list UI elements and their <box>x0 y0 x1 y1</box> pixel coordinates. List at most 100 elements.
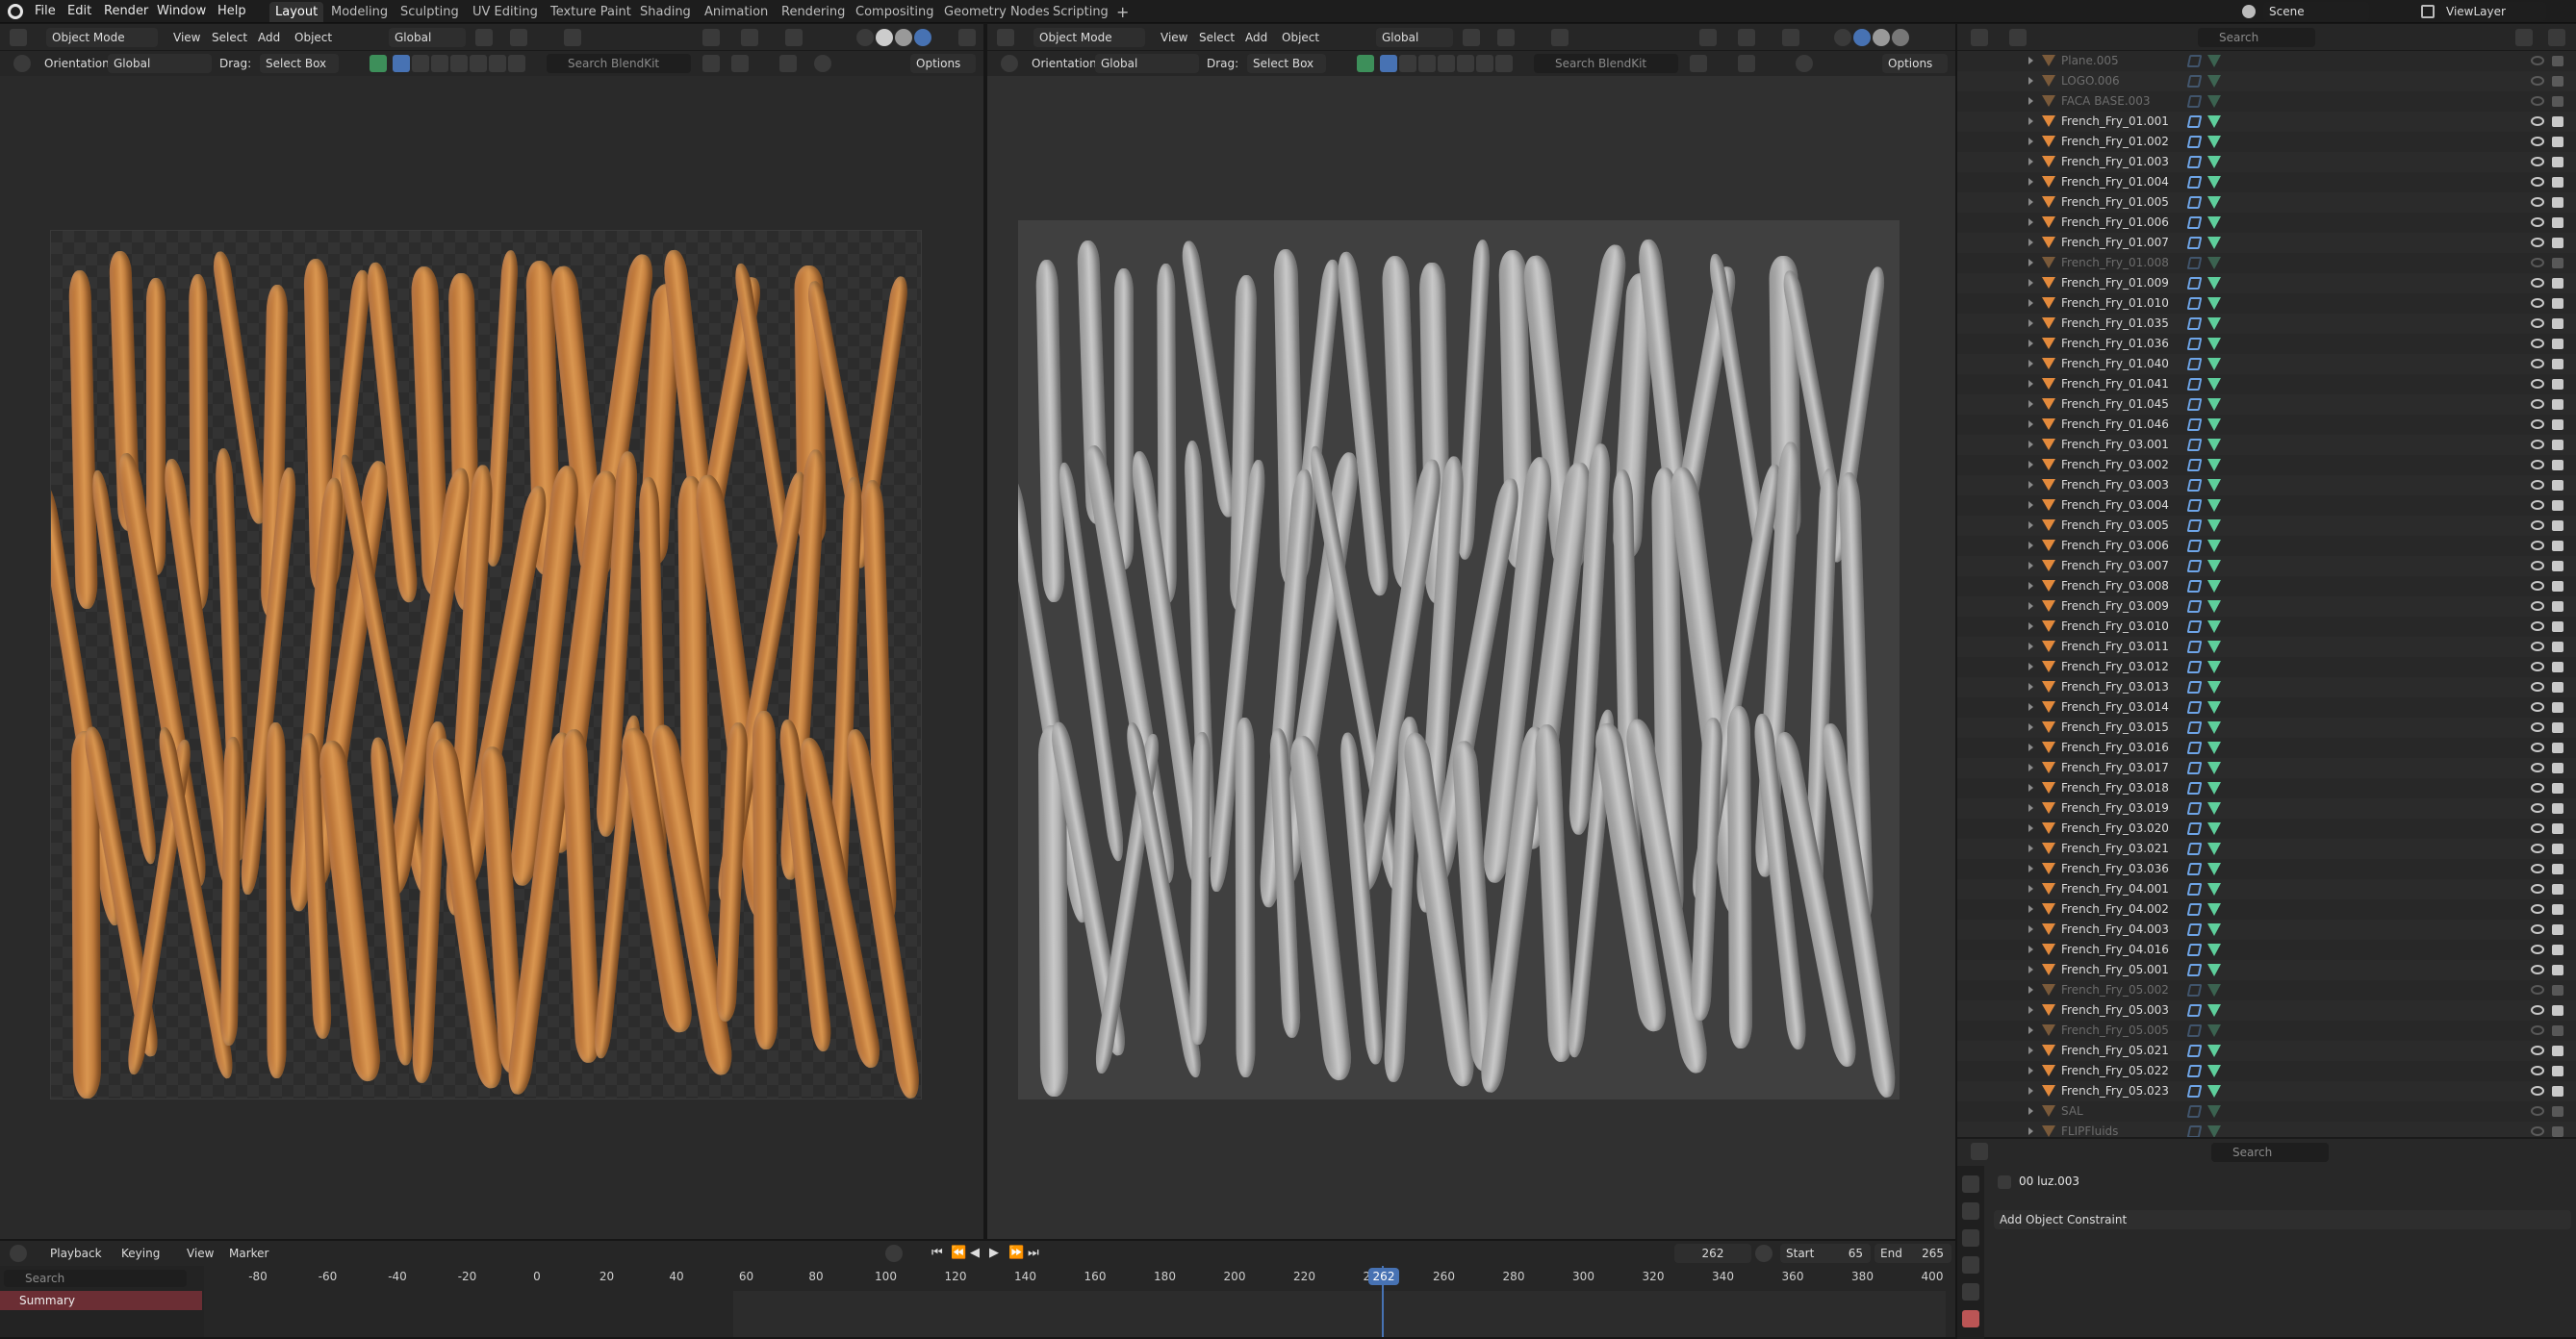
mesh-data-icon[interactable] <box>2207 418 2221 431</box>
modifier-icon[interactable] <box>2186 479 2203 492</box>
editor-type-icon[interactable] <box>10 29 27 46</box>
outliner-item[interactable]: French_Fry_05.022 <box>1957 1061 2576 1081</box>
menu-keying[interactable]: Keying <box>115 1244 166 1263</box>
render-camera-icon[interactable] <box>2552 682 2563 693</box>
right-viewport[interactable] <box>987 76 1955 1239</box>
pause-render-icon[interactable] <box>958 29 976 46</box>
modifier-icon[interactable] <box>2186 398 2203 411</box>
expand-arrow-icon[interactable] <box>2028 299 2033 307</box>
right-menu-view[interactable]: View <box>1155 28 1193 47</box>
modifier-icon[interactable] <box>2186 883 2203 896</box>
asset-type-2-icon[interactable] <box>508 55 525 72</box>
world-tab-icon[interactable] <box>1962 1310 1979 1327</box>
mesh-data-icon[interactable] <box>2207 1105 2221 1118</box>
expand-arrow-icon[interactable] <box>2028 1006 2033 1014</box>
shading-solid-icon[interactable] <box>876 29 893 46</box>
left-shield-icon[interactable] <box>814 55 831 72</box>
outliner-item[interactable]: French_Fry_03.016 <box>1957 738 2576 758</box>
outliner-item[interactable]: French_Fry_05.003 <box>1957 1000 2576 1021</box>
right-funnel-icon[interactable] <box>1738 55 1755 72</box>
render-camera-icon[interactable] <box>2552 924 2563 935</box>
view-layer-selector[interactable]: ViewLayer <box>2440 2 2546 21</box>
render-camera-icon[interactable] <box>2552 177 2563 188</box>
mesh-data-icon[interactable] <box>2207 1065 2221 1077</box>
outliner-item[interactable]: French_Fry_03.007 <box>1957 556 2576 576</box>
output-tab-icon[interactable] <box>1962 1229 1979 1247</box>
mesh-data-icon[interactable] <box>2207 681 2221 694</box>
mesh-data-icon[interactable] <box>2207 883 2221 896</box>
visibility-eye-icon[interactable] <box>2531 339 2544 348</box>
overlay-icon[interactable] <box>1782 29 1799 46</box>
expand-arrow-icon[interactable] <box>2028 804 2033 812</box>
visibility-eye-icon[interactable] <box>2531 298 2544 308</box>
shading-rendered-icon[interactable] <box>914 29 931 46</box>
left-drag-dropdown[interactable]: Select Box <box>260 54 339 73</box>
visibility-eye-icon[interactable] <box>2531 1046 2544 1055</box>
render-camera-icon[interactable] <box>2552 419 2563 430</box>
expand-arrow-icon[interactable] <box>2028 663 2033 670</box>
modifier-icon[interactable] <box>2186 984 2203 997</box>
select-mode-extend-icon[interactable] <box>412 55 429 72</box>
modifier-icon[interactable] <box>2186 903 2203 916</box>
workspace-tab-uv-editing[interactable]: UV Editing <box>467 2 544 22</box>
visibility-eye-icon[interactable] <box>2531 783 2544 793</box>
expand-arrow-icon[interactable] <box>2028 117 2033 125</box>
mesh-data-icon[interactable] <box>2207 721 2221 734</box>
modifier-icon[interactable] <box>2186 641 2203 653</box>
expand-arrow-icon[interactable] <box>2028 1087 2033 1095</box>
modifier-icon[interactable] <box>2186 358 2203 370</box>
modifier-icon[interactable] <box>2186 1004 2203 1017</box>
mesh-data-icon[interactable] <box>2207 156 2221 168</box>
outliner-item[interactable]: French_Fry_04.016 <box>1957 940 2576 960</box>
mesh-data-icon[interactable] <box>2207 923 2221 936</box>
render-camera-icon[interactable] <box>2552 722 2563 733</box>
pivot-icon[interactable] <box>475 29 493 46</box>
outliner-item[interactable]: French_Fry_03.005 <box>1957 516 2576 536</box>
expand-arrow-icon[interactable] <box>2028 501 2033 509</box>
outliner-item[interactable]: French_Fry_04.003 <box>1957 920 2576 940</box>
outliner-item[interactable]: French_Fry_01.036 <box>1957 334 2576 354</box>
snap-icon[interactable] <box>510 29 527 46</box>
visibility-eye-icon[interactable] <box>2531 379 2544 389</box>
outliner-item[interactable]: French_Fry_05.001 <box>1957 960 2576 980</box>
proportional-edit-icon[interactable] <box>1551 29 1569 46</box>
visibility-eye-icon[interactable] <box>2531 541 2544 550</box>
render-camera-icon[interactable] <box>2552 278 2563 289</box>
visibility-eye-icon[interactable] <box>2531 1066 2544 1075</box>
visibility-eye-icon[interactable] <box>2531 904 2544 914</box>
current-frame-field[interactable]: 262 <box>1674 1244 1751 1263</box>
end-frame-field[interactable]: End 265 <box>1875 1244 1951 1263</box>
outliner-search[interactable]: Search <box>2198 28 2315 47</box>
visibility-eye-icon[interactable] <box>2531 945 2544 954</box>
modifier-icon[interactable] <box>2186 1065 2203 1077</box>
visibility-eye-icon[interactable] <box>2531 844 2544 853</box>
visibility-eye-icon[interactable] <box>2531 116 2544 126</box>
jump-end-icon[interactable]: ⏭ <box>1028 1245 1045 1262</box>
visibility-eye-icon[interactable] <box>2531 722 2544 732</box>
outliner-item[interactable]: French_Fry_05.002 <box>1957 980 2576 1000</box>
left-viewport[interactable] <box>0 76 983 1239</box>
outliner-item[interactable]: French_Fry_01.006 <box>1957 213 2576 233</box>
render-camera-icon[interactable] <box>2552 965 2563 975</box>
render-camera-icon[interactable] <box>2552 1066 2563 1076</box>
visibility-eye-icon[interactable] <box>2531 440 2544 449</box>
render-camera-icon[interactable] <box>2552 884 2563 895</box>
outliner-item[interactable]: Plane.005 <box>1957 51 2576 71</box>
modifier-icon[interactable] <box>2186 519 2203 532</box>
display-mode-icon[interactable] <box>2009 29 2027 46</box>
outliner-item[interactable]: French_Fry_03.014 <box>1957 697 2576 718</box>
select-mode-extend-icon[interactable] <box>1399 55 1416 72</box>
render-camera-icon[interactable] <box>2552 621 2563 632</box>
visibility-eye-icon[interactable] <box>2531 642 2544 651</box>
visibility-eye-icon[interactable] <box>2531 823 2544 833</box>
visibility-eye-icon[interactable] <box>2531 318 2544 328</box>
left-options-dropdown[interactable]: Options <box>910 54 976 73</box>
modifier-icon[interactable] <box>2186 196 2203 209</box>
render-camera-icon[interactable] <box>2552 197 2563 208</box>
right-menu-object[interactable]: Object <box>1276 28 1325 47</box>
visibility-eye-icon[interactable] <box>2531 581 2544 591</box>
visibility-eye-icon[interactable] <box>2531 258 2544 267</box>
render-camera-icon[interactable] <box>2552 116 2563 127</box>
workspace-tab-compositing[interactable]: Compositing <box>850 2 940 22</box>
mesh-data-icon[interactable] <box>2207 822 2221 835</box>
